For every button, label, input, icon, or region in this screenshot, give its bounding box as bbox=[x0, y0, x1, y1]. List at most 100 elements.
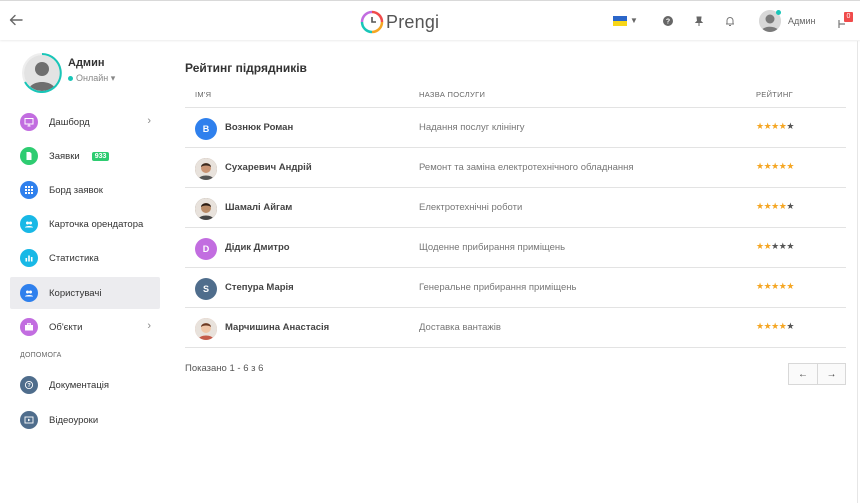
sidebar-item-objects[interactable]: Об'єкти › bbox=[10, 311, 160, 343]
star-icon: ★ bbox=[786, 161, 794, 171]
contractor-name[interactable]: Шамалі Айгам bbox=[225, 202, 292, 213]
sidebar-item-requests-board[interactable]: Борд заявок bbox=[10, 174, 160, 206]
person-photo-icon bbox=[195, 318, 217, 340]
help-circle-icon: ? bbox=[20, 376, 38, 394]
sidebar-item-statistics[interactable]: Статистика bbox=[10, 242, 160, 274]
service-name: Електротехнічні роботи bbox=[419, 202, 523, 213]
monitor-icon bbox=[20, 113, 38, 131]
svg-text:?: ? bbox=[666, 19, 670, 26]
table-row[interactable]: Сухаревич Андрій Ремонт та заміна електро… bbox=[185, 148, 846, 188]
pagination-summary: Показано 1 - 6 з 6 bbox=[185, 363, 264, 374]
sidebar-item-users[interactable]: Користувачі bbox=[10, 277, 160, 309]
contractor-name[interactable]: Сухаревич Андрій bbox=[225, 162, 312, 173]
page-title: Рейтинг підрядників bbox=[185, 61, 307, 75]
star-icon: ★ bbox=[756, 241, 764, 251]
sidebar-item-requests[interactable]: Заявки 933 bbox=[10, 140, 160, 172]
service-name: Ремонт та заміна електротехнічного облад… bbox=[419, 162, 634, 173]
star-icon: ★ bbox=[786, 241, 794, 251]
help-section-heading: ДОПОМОГА bbox=[20, 352, 62, 359]
table-row[interactable]: Шамалі Айгам Електротехнічні роботи ★★★★★ bbox=[185, 188, 846, 228]
contractor-name[interactable]: Дідик Дмитро bbox=[225, 242, 290, 253]
person-photo-icon bbox=[195, 198, 217, 220]
sidebar-item-label: Борд заявок bbox=[49, 184, 103, 196]
column-header-name[interactable]: ІМ'Я bbox=[195, 90, 211, 99]
contractor-name[interactable]: Марчишина Анастасія bbox=[225, 322, 329, 333]
sidebar-item-label: Документація bbox=[49, 379, 110, 391]
back-arrow-icon[interactable] bbox=[8, 12, 24, 28]
star-icon: ★ bbox=[771, 121, 779, 131]
profile-status[interactable]: Онлайн ▾ bbox=[68, 73, 115, 84]
notification-badge[interactable]: 0 bbox=[844, 12, 853, 22]
users-icon bbox=[20, 284, 38, 302]
table-row[interactable]: S Степура Марія Генеральне прибирання прим… bbox=[185, 268, 846, 308]
profile-ring-icon bbox=[24, 53, 62, 93]
document-icon bbox=[20, 147, 38, 165]
sidebar-item-label: Дашборд bbox=[49, 116, 90, 128]
contractor-name[interactable]: Вознюк Роман bbox=[225, 122, 293, 133]
pagination: ← → bbox=[788, 363, 846, 385]
sidebar-item-label: Статистика bbox=[49, 252, 99, 264]
contractor-avatar: D bbox=[195, 238, 217, 260]
table-row[interactable]: В Вознюк Роман Надання послуг клінінгу ★★★★… bbox=[185, 108, 846, 148]
rating-stars: ★★★★★ bbox=[756, 241, 794, 252]
table-row[interactable]: Марчишина Анастасія Доставка вантажів ★★★★… bbox=[185, 308, 846, 348]
top-bar: Prengi ▼ ? Админ 0 bbox=[0, 0, 860, 40]
sidebar-item-tenant-card[interactable]: Карточка орендатора bbox=[10, 208, 160, 240]
help-icon[interactable]: ? bbox=[661, 14, 675, 28]
star-icon: ★ bbox=[771, 321, 779, 331]
star-icon: ★ bbox=[786, 321, 794, 331]
sidebar-item-documentation[interactable]: ? Документація bbox=[10, 369, 160, 401]
rating-stars: ★★★★★ bbox=[756, 161, 794, 172]
profile-name: Админ bbox=[68, 57, 105, 69]
sidebar-item-video-tutorials[interactable]: Відеоуроки bbox=[10, 404, 160, 436]
star-icon: ★ bbox=[771, 161, 779, 171]
logo-text: Prengi bbox=[386, 11, 440, 32]
app-logo[interactable]: Prengi bbox=[360, 7, 439, 37]
service-name: Доставка вантажів bbox=[419, 322, 501, 333]
star-icon: ★ bbox=[756, 161, 764, 171]
contractor-avatar bbox=[195, 158, 217, 180]
online-indicator bbox=[776, 10, 781, 15]
rating-stars: ★★★★★ bbox=[756, 121, 794, 132]
next-page-button[interactable]: → bbox=[816, 364, 845, 384]
star-icon: ★ bbox=[771, 201, 779, 211]
bell-icon[interactable] bbox=[723, 14, 737, 28]
logo-clock-icon bbox=[360, 10, 384, 34]
prev-page-button[interactable]: ← bbox=[789, 364, 817, 384]
contractor-name[interactable]: Степура Марія bbox=[225, 282, 294, 293]
sidebar-item-label: Користувачі bbox=[49, 287, 102, 299]
sidebar-item-label: Об'єкти bbox=[49, 321, 83, 333]
ukraine-flag-icon[interactable] bbox=[613, 16, 627, 26]
star-icon: ★ bbox=[771, 241, 779, 251]
star-icon: ★ bbox=[756, 281, 764, 291]
contractor-avatar bbox=[195, 198, 217, 220]
status-dot bbox=[68, 76, 73, 82]
top-user-name[interactable]: Админ bbox=[788, 16, 815, 26]
star-icon: ★ bbox=[756, 321, 764, 331]
table-header: ІМ'Я НАЗВА ПОСЛУГИ РЕЙТИНГ bbox=[185, 86, 846, 108]
star-icon: ★ bbox=[756, 121, 764, 131]
contractor-avatar: S bbox=[195, 278, 217, 300]
sidebar-item-dashboard[interactable]: Дашборд › bbox=[10, 106, 160, 138]
star-icon: ★ bbox=[786, 121, 794, 131]
grid-icon bbox=[20, 181, 38, 199]
star-icon: ★ bbox=[786, 201, 794, 211]
language-caret-icon[interactable]: ▼ bbox=[630, 16, 638, 25]
video-icon bbox=[20, 411, 38, 429]
briefcase-icon bbox=[20, 318, 38, 336]
column-header-rating[interactable]: РЕЙТИНГ bbox=[756, 90, 793, 99]
bar-chart-icon bbox=[20, 249, 38, 267]
contractor-avatar: В bbox=[195, 118, 217, 140]
service-name: Щоденне прибирання приміщень bbox=[419, 242, 566, 253]
star-icon: ★ bbox=[771, 281, 779, 291]
sidebar-item-label: Відеоуроки bbox=[49, 414, 99, 426]
service-name: Надання послуг клінінгу bbox=[419, 122, 525, 133]
profile-status-text: Онлайн bbox=[76, 73, 109, 83]
rating-stars: ★★★★★ bbox=[756, 201, 794, 212]
column-header-service[interactable]: НАЗВА ПОСЛУГИ bbox=[419, 90, 485, 99]
status-caret-icon: ▾ bbox=[110, 73, 116, 83]
pin-icon[interactable] bbox=[692, 14, 706, 28]
table-row[interactable]: D Дідик Дмитро Щоденне прибирання приміщен… bbox=[185, 228, 846, 268]
rating-stars: ★★★★★ bbox=[756, 321, 794, 332]
person-photo-icon bbox=[195, 158, 217, 180]
